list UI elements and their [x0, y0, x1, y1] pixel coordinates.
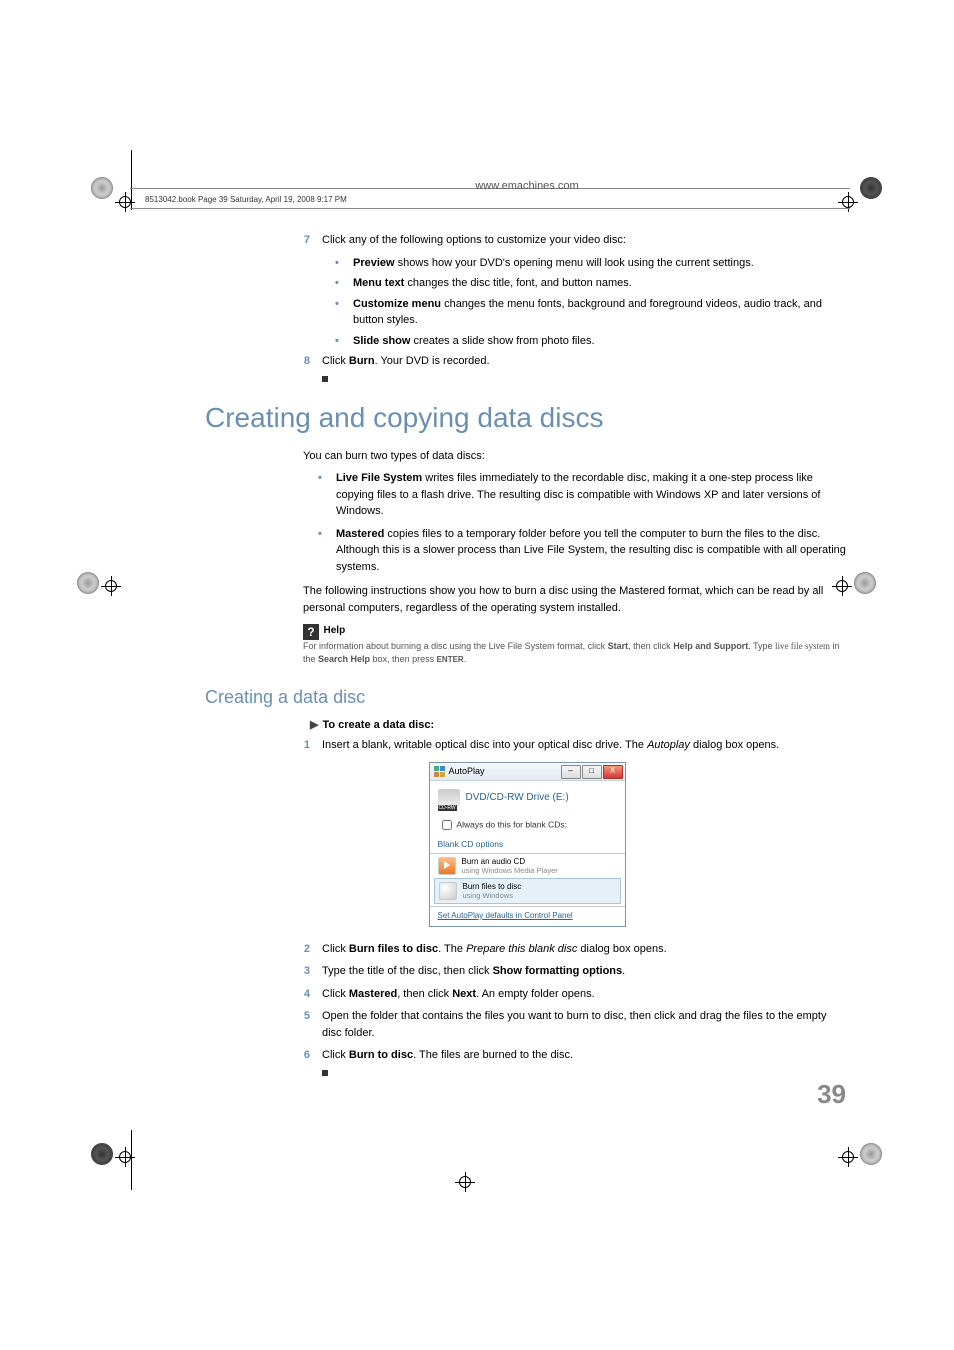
bullet-icon: •: [335, 255, 353, 272]
step-text: Click any of the following options to cu…: [322, 232, 849, 249]
autoplay-section-label: Blank CD options: [430, 837, 625, 851]
help-title: Help: [324, 625, 346, 636]
minimize-button[interactable]: –: [561, 765, 581, 779]
always-do-this-checkbox[interactable]: [442, 820, 452, 830]
procedure-step-3: 3 Type the title of the disc, then click…: [205, 963, 849, 980]
step-number: 3: [205, 963, 322, 980]
step-text: Insert a blank, writable optical disc in…: [322, 737, 849, 754]
help-icon: ?: [303, 624, 319, 640]
bullet-slide-show: • Slide show creates a slide show from p…: [205, 333, 849, 350]
step-8: 8 Click Burn. Your DVD is recorded.: [205, 353, 849, 370]
autoplay-option-burn-files[interactable]: Burn files to discusing Windows: [434, 878, 621, 904]
bullet-icon: •: [335, 333, 353, 350]
bullet-live-file-system: • Live File System writes files immediat…: [205, 470, 849, 520]
bullet-mastered: • Mastered copies files to a temporary f…: [205, 526, 849, 576]
autoplay-option-burn-audio[interactable]: Burn an audio CDusing Windows Media Play…: [430, 854, 625, 878]
bullet-icon: •: [318, 470, 336, 520]
drive-icon: [438, 789, 460, 807]
help-callout: ? Help For information about burning a d…: [303, 624, 849, 665]
bullet-icon: •: [335, 296, 353, 329]
bullet-icon: •: [335, 275, 353, 292]
step-number: 1: [205, 737, 322, 754]
bullet-menu-text: • Menu text changes the disc title, font…: [205, 275, 849, 292]
drive-label: DVD/CD-RW Drive (E:): [466, 792, 569, 803]
heading-1: Creating and copying data discs: [205, 402, 849, 434]
autoplay-title-text: AutoPlay: [449, 766, 485, 776]
step-number: 5: [205, 1008, 322, 1041]
end-of-procedure-icon: [322, 1070, 328, 1076]
help-body: For information about burning a disc usi…: [303, 641, 840, 664]
disc-icon: [439, 882, 457, 900]
url-header: www.emachines.com: [205, 180, 849, 192]
checkbox-label: Always do this for blank CDs:: [456, 819, 567, 829]
end-of-procedure-icon: [322, 376, 328, 382]
heading-2: Creating a data disc: [205, 687, 849, 708]
step-number: 6: [205, 1047, 322, 1064]
intro-text: You can burn two types of data discs:: [205, 448, 849, 465]
bullet-preview: • Preview shows how your DVD's opening m…: [205, 255, 849, 272]
procedure-step-4: 4 Click Mastered, then click Next. An em…: [205, 986, 849, 1003]
step-text: Open the folder that contains the files …: [322, 1008, 849, 1041]
autoplay-defaults-link[interactable]: Set AutoPlay defaults in Control Panel: [430, 907, 625, 926]
maximize-button[interactable]: □: [582, 765, 602, 779]
procedure-step-5: 5 Open the folder that contains the file…: [205, 1008, 849, 1041]
media-player-icon: [438, 857, 456, 875]
step-text: Click Burn to disc. The files are burned…: [322, 1047, 849, 1064]
page-number: 39: [817, 1079, 846, 1110]
step-number: 8: [205, 353, 322, 370]
procedure-step-2: 2 Click Burn files to disc. The Prepare …: [205, 941, 849, 958]
procedure-step-6: 6 Click Burn to disc. The files are burn…: [205, 1047, 849, 1064]
step-text: Click Burn files to disc. The Prepare th…: [322, 941, 849, 958]
close-button[interactable]: X: [603, 765, 623, 779]
autoplay-titlebar: AutoPlay – □ X: [430, 763, 625, 781]
bullet-customize-menu: • Customize menu changes the menu fonts,…: [205, 296, 849, 329]
step-text: Type the title of the disc, then click S…: [322, 963, 849, 980]
procedure-header: ▶To create a data disc:: [205, 718, 849, 731]
procedure-step-1: 1 Insert a blank, writable optical disc …: [205, 737, 849, 754]
autoplay-dialog-figure: AutoPlay – □ X DVD/CD-RW Drive (E:) Alwa…: [429, 762, 626, 927]
step-number: 2: [205, 941, 322, 958]
step-text: Click Mastered, then click Next. An empt…: [322, 986, 849, 1003]
triangle-right-icon: ▶: [310, 719, 318, 731]
autoplay-checkbox-row: Always do this for blank CDs:: [430, 813, 625, 837]
step-number: 4: [205, 986, 322, 1003]
step-number: 7: [205, 232, 322, 249]
bullet-icon: •: [318, 526, 336, 576]
intro-text-2: The following instructions show you how …: [205, 583, 849, 616]
autoplay-drive-row: DVD/CD-RW Drive (E:): [430, 781, 625, 813]
step-text: Click Burn. Your DVD is recorded.: [322, 353, 849, 370]
autoplay-app-icon: [434, 766, 445, 777]
registration-mark-icon: [455, 1172, 475, 1192]
step-7: 7 Click any of the following options to …: [205, 232, 849, 249]
